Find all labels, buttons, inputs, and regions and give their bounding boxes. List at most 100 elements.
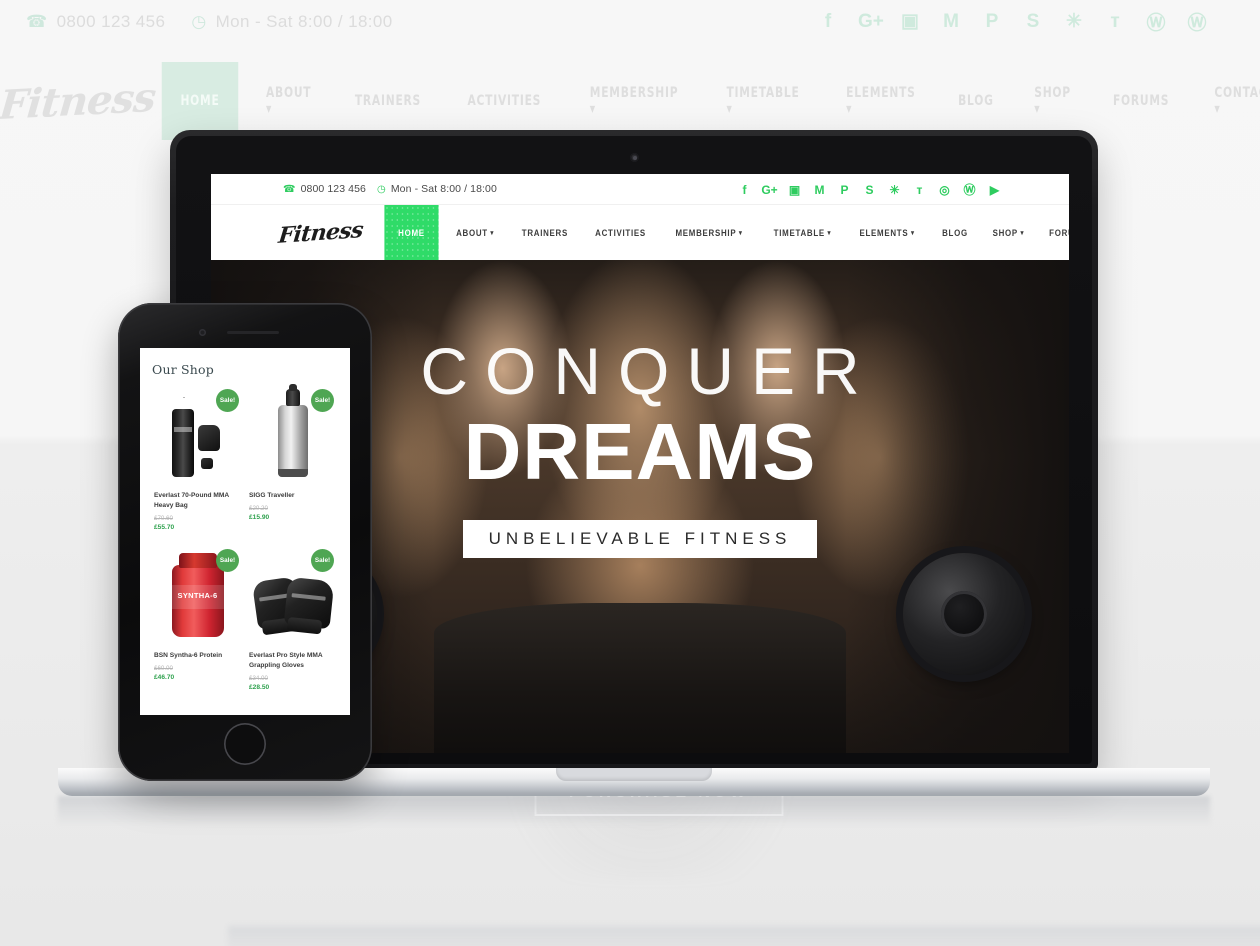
facebook-icon: f [824, 10, 832, 32]
ghost-topbar: ☎ 0800 123 456 ◷ Mon - Sat 8:00 / 18:00 … [0, 0, 1260, 44]
product-card[interactable]: Sale! SYNTHA-6 BSN Syntha-6 Protein £60.00 £… [150, 541, 245, 701]
chevron-down-icon: ▾ [490, 229, 495, 237]
product-price-old: £20.20 [249, 504, 268, 512]
site-phone-number: 0800 123 456 [300, 183, 366, 195]
ghost-phone-block: ☎ 0800 123 456 [26, 12, 165, 32]
ghost-nav-item-about: ABOUT ▾ [265, 85, 312, 117]
nav-item-about[interactable]: ABOUT ▾ [448, 205, 503, 260]
snowflake-icon[interactable]: ✳ [888, 184, 901, 196]
product-price-old: £70.60 [154, 514, 173, 522]
phone-body: Our Shop Sale! Everlast 70-Pound MMA Heav… [118, 303, 372, 781]
nav-item-trainers[interactable]: TRAINERS [513, 205, 576, 260]
product-name: Everlast 70-Pound MMA Heavy Bag [154, 492, 229, 509]
ghost-nav-item-elements: ELEMENTS ▾ [845, 85, 916, 117]
youtube-icon[interactable]: ▶ [988, 184, 1001, 196]
ghost-nav-item-contact: CONTACT ▾ [1214, 85, 1260, 117]
nav-item-shop[interactable]: SHOP ▾ [984, 205, 1033, 260]
product-name: SIGG Traveller [249, 492, 295, 499]
medium-icon[interactable]: M [813, 184, 826, 196]
ghost-nav-item-home: HOME [161, 62, 238, 140]
laptop-base-shadow [58, 796, 1210, 826]
ghost-nav-item-blog: BLOG [958, 93, 995, 109]
product-grid: Sale! Everlast 70-Pound MMA Heavy Bag £70.… [140, 381, 350, 701]
sale-badge: Sale! [216, 389, 239, 412]
product-image-wrap: Sale! [249, 547, 336, 643]
ghost-nav-item-activities: ACTIVITIES [467, 93, 542, 109]
product-card[interactable]: Sale! Everlast Pro Style MMA Grappling Gl… [245, 541, 340, 701]
earpiece-speaker [227, 331, 279, 334]
skype-icon: S [1026, 10, 1040, 32]
site-topbar: ☎ 0800 123 456 ◷ Mon - Sat 8:00 / 18:00 … [211, 174, 1069, 205]
phone-icon: ☎ [283, 183, 296, 195]
paypal-icon: P [985, 10, 999, 32]
laptop-reflection [228, 926, 1260, 946]
chevron-down-icon: ▾ [911, 229, 916, 237]
product-price-new: £28.50 [249, 683, 270, 691]
skype-icon[interactable]: S [863, 184, 876, 196]
instagram-icon[interactable]: ▣ [788, 184, 801, 196]
wordpress-icon[interactable]: Ⓦ [963, 184, 976, 196]
ghost-nav-row: Fitness HOME ABOUT ▾ TRAINERS ACTIVITIES MEM… [0, 62, 1260, 140]
nav-item-elements[interactable]: ELEMENTS ▾ [851, 205, 923, 260]
snowflake-icon: ✳ [1066, 11, 1082, 32]
chevron-down-icon: ▾ [1020, 229, 1024, 237]
nav-item-forums[interactable]: FORUMS [1041, 205, 1069, 260]
ghost-nav-item-trainers: TRAINERS [354, 93, 422, 109]
chevron-down-icon: ▾ [827, 229, 831, 237]
twitter-icon[interactable]: ᴛ [913, 184, 926, 196]
product-image-wrap: Sale! [249, 384, 336, 483]
phone-icon: ☎ [26, 12, 48, 31]
nav-item-activities[interactable]: ACTIVITIES [587, 205, 655, 260]
site-nav-items: HOME ABOUT ▾ TRAINERS ACTIVITIES MEMBERSHIP ▾ T… [380, 205, 1069, 260]
phone-screen: Our Shop Sale! Everlast 70-Pound MMA Heav… [140, 348, 350, 715]
dumbbell-right-icon [903, 553, 1025, 675]
hero-shorts [434, 603, 846, 753]
ghost-logo: Fitness [0, 73, 158, 129]
product-card[interactable]: Sale! Everlast 70-Pound MMA Heavy Bag £70.… [150, 381, 245, 541]
ghost-hours: Mon - Sat 8:00 / 18:00 [215, 12, 393, 31]
google-plus-icon[interactable]: G+ [761, 184, 777, 196]
whatsapp-icon: Ⓦ [1146, 13, 1166, 34]
facebook-icon[interactable]: f [738, 184, 751, 196]
whatsapp-icon[interactable]: ◎ [938, 184, 951, 196]
product-price-new: £15.90 [249, 513, 270, 521]
paypal-icon[interactable]: P [838, 184, 851, 196]
shop-title: Our Shop [152, 362, 214, 377]
product-image-wrap: Sale! SYNTHA-6 [154, 547, 241, 643]
ghost-social-list: f G+ ▣ M P S ✳ ᴛ Ⓦ Ⓦ [817, 8, 1208, 35]
nav-item-home[interactable]: HOME [384, 205, 439, 260]
google-plus-icon: G+ [858, 10, 884, 32]
wordpress-icon: Ⓦ [1187, 13, 1207, 34]
site-social-list[interactable]: f G+ ▣ M P S ✳ ᴛ ◎ Ⓦ ▶ [738, 174, 1001, 205]
site-hours: Mon - Sat 8:00 / 18:00 [390, 183, 497, 195]
nav-item-membership[interactable]: MEMBERSHIP ▾ [667, 205, 751, 260]
chevron-down-icon: ▾ [739, 229, 744, 237]
sale-badge: Sale! [311, 389, 334, 412]
product-card[interactable]: Sale! SIGG Traveller £20.20 £15.90 [245, 381, 340, 541]
ghost-nav-item-timetable: TIMETABLE ▾ [726, 85, 800, 117]
hero-subtitle: UNBELIEVABLE FITNESS [462, 520, 818, 558]
product-image-wrap: Sale! [154, 387, 241, 483]
clock-icon: ◷ [191, 12, 207, 31]
ghost-nav-item-forums: FORUMS [1113, 93, 1170, 109]
site-logo[interactable]: Fitness [276, 202, 366, 263]
product-name: Everlast Pro Style MMA Grappling Gloves [249, 651, 323, 669]
ghost-nav: HOME ABOUT ▾ TRAINERS ACTIVITIES MEMBERSHIP … [155, 62, 1260, 140]
home-button[interactable] [224, 723, 266, 765]
medium-icon: M [943, 10, 959, 32]
product-price-old: £34.00 [249, 674, 268, 682]
instagram-icon: ▣ [901, 11, 919, 32]
sale-badge: Sale! [216, 548, 239, 572]
site-main-nav: Fitness HOME ABOUT ▾ TRAINERS ACTIVITIES MEMB… [211, 205, 1069, 260]
phone-mockup: Our Shop Sale! Everlast 70-Pound MMA Heav… [118, 303, 372, 781]
product-price-new: £55.70 [154, 523, 175, 531]
clock-icon: ◷ [377, 183, 386, 195]
product-price-old: £60.00 [154, 664, 173, 672]
product-price-new: £46.70 [154, 673, 175, 681]
webcam-icon [630, 153, 639, 162]
nav-item-blog[interactable]: BLOG [933, 205, 976, 260]
twitter-icon: ᴛ [1110, 10, 1120, 32]
ghost-nav-item-membership: MEMBERSHIP ▾ [589, 85, 678, 117]
nav-item-timetable[interactable]: TIMETABLE ▾ [765, 205, 840, 260]
site-phone-block[interactable]: ☎ 0800 123 456 [283, 183, 366, 195]
